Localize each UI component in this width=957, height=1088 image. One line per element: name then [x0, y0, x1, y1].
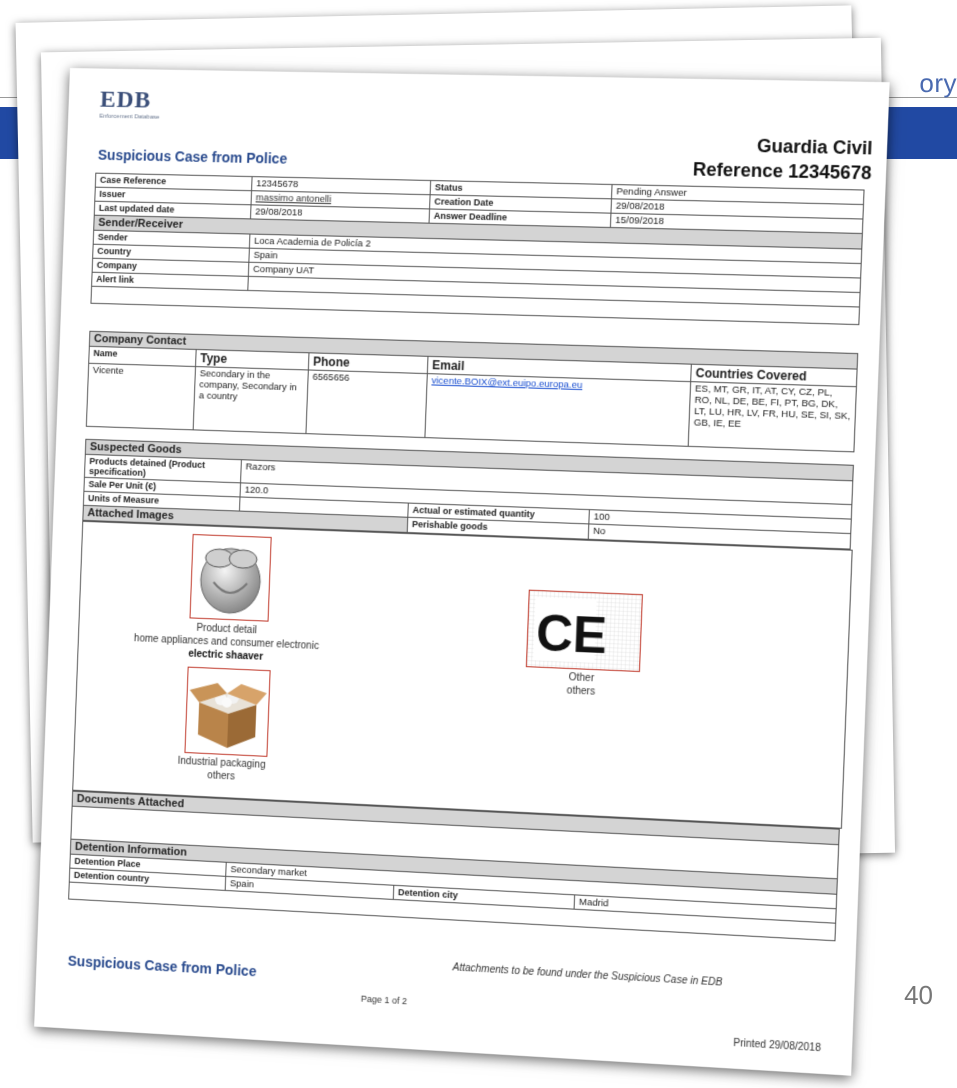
logo-subtitle: Enforcement Database — [99, 113, 160, 121]
contact-email-cell: vicente.BOIX@ext.euipo.europa.eu — [424, 373, 691, 447]
cardboard-box-icon — [189, 681, 268, 750]
footer-title: Suspicious Case from Police — [67, 952, 257, 980]
box-caption: Industrial packaging others — [123, 752, 321, 788]
shaver-caption: Product detail home appliances and consu… — [117, 618, 336, 667]
header-reference-block: Guardia Civil Reference 12345678 — [693, 132, 873, 185]
ce-mark-icon: CE — [526, 590, 642, 671]
edb-logo: EDB Enforcement Database — [99, 87, 160, 122]
contact-type-value: Secondary in the company, Secondary in a… — [193, 366, 309, 434]
document-stack: EDB Enforcement Database Suspicious Case… — [30, 38, 957, 1088]
contact-email-link[interactable]: vicente.BOIX@ext.euipo.europa.eu — [431, 375, 582, 391]
contact-name-value: Vicente — [86, 363, 196, 430]
company-contact-table: Company Contact Name Type Phone Email Co… — [86, 331, 858, 453]
case-info-table: Case Reference 12345678 Status Pending A… — [90, 173, 865, 325]
page-number: Page 1 of 2 — [360, 993, 408, 1007]
attachments-note: Attachments to be found under the Suspic… — [452, 962, 723, 989]
cardboard-box-image[interactable] — [184, 666, 271, 757]
shaver-icon — [191, 535, 271, 621]
shaver-image[interactable] — [189, 533, 272, 622]
logo-text: EDB — [99, 86, 152, 114]
ce-mark-image[interactable]: CE — [525, 589, 643, 673]
countries-covered-value: ES, MT, GR, IT, AT, CY, CZ, PL, RO, NL, … — [688, 381, 857, 452]
document-title: Suspicious Case from Police — [97, 146, 288, 167]
attached-images-area: Product detail home appliances and consu… — [72, 520, 853, 829]
header-reference: Reference 12345678 — [692, 159, 872, 184]
contact-phone-value: 6565656 — [305, 369, 428, 438]
header-organization: Guardia Civil — [756, 135, 873, 159]
ce-caption: Other others — [484, 667, 679, 702]
report-page: EDB Enforcement Database Suspicious Case… — [34, 68, 890, 1076]
ce-mark-text: CE — [535, 604, 608, 664]
issuer-link[interactable]: massimo antonelli — [256, 192, 332, 205]
printed-date: Printed 29/08/2018 — [733, 1037, 822, 1055]
